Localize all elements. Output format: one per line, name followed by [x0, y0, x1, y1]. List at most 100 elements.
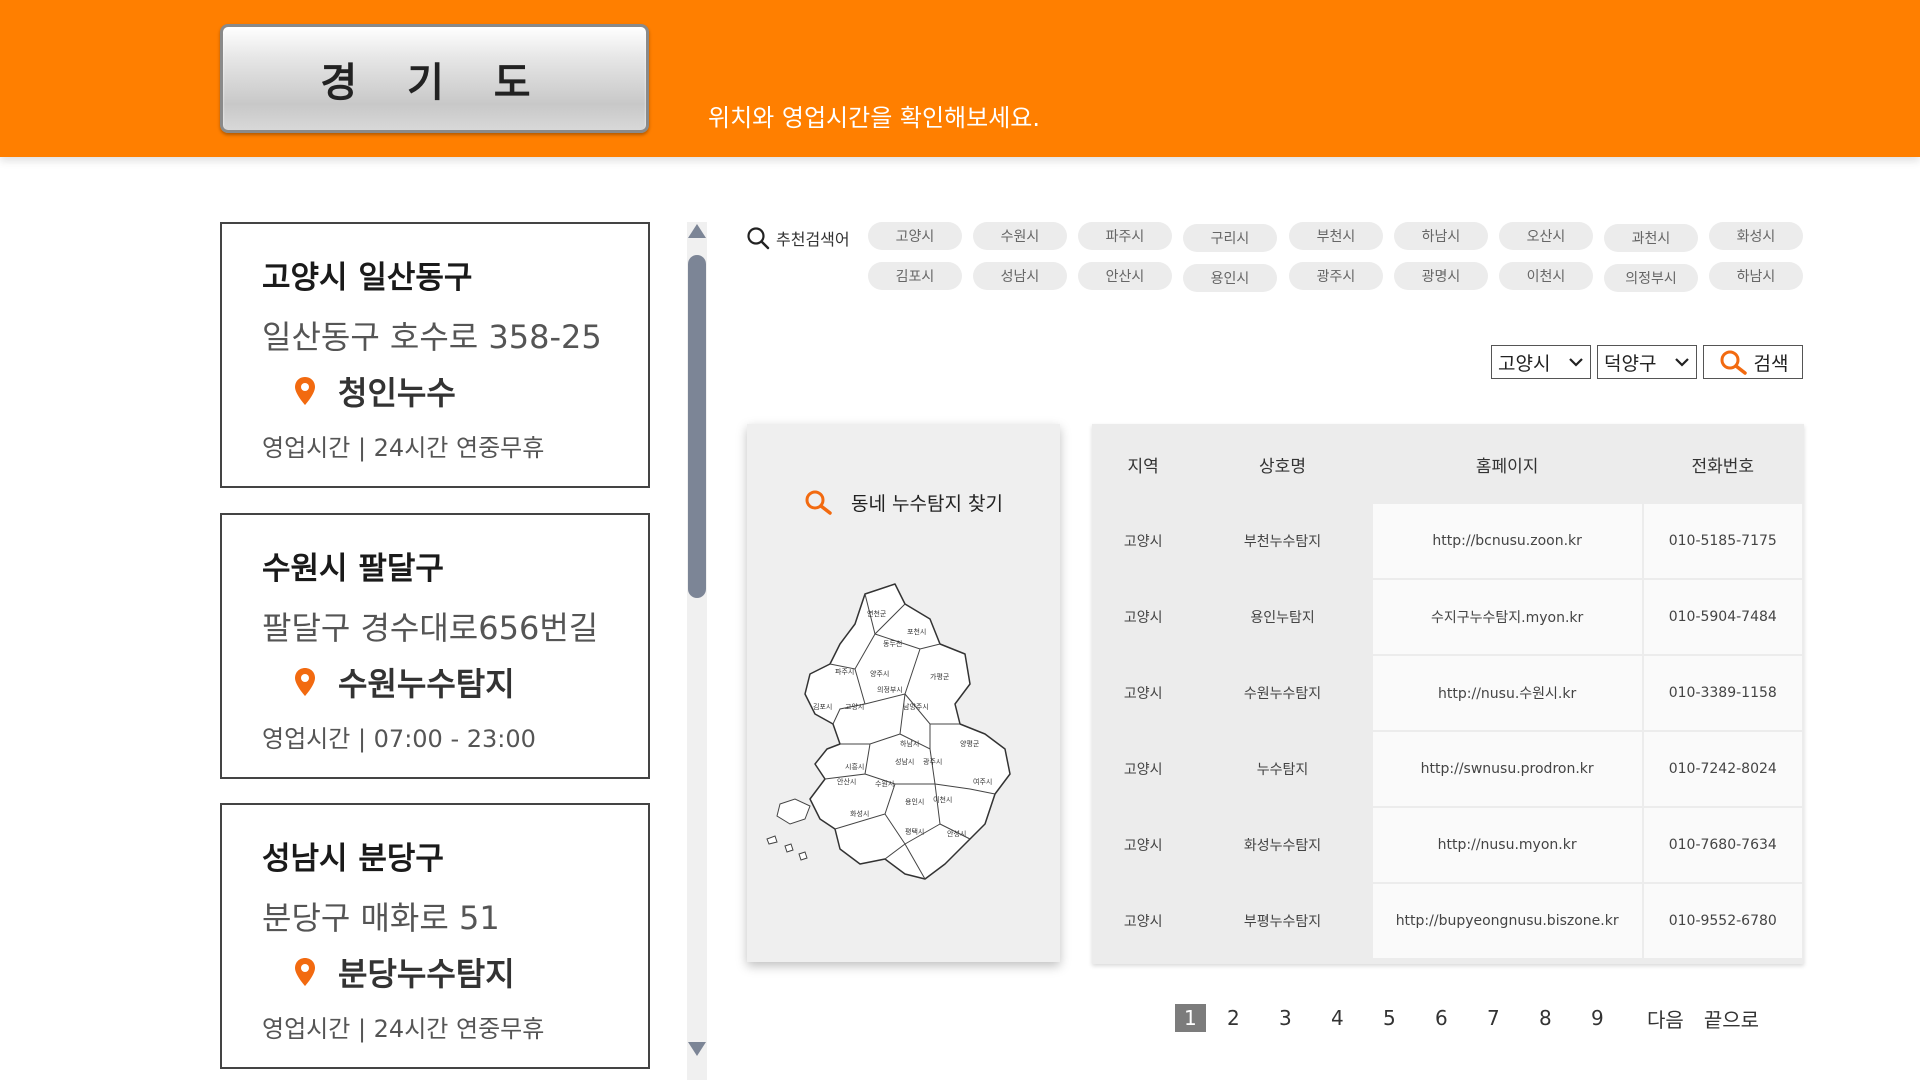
keyword-chip[interactable]: 광주시	[1289, 262, 1383, 290]
svg-text:양평군: 양평군	[960, 739, 980, 748]
cell-homepage-link[interactable]: http://nusu.수원시.kr	[1372, 656, 1642, 730]
store-card[interactable]: 수원시 팔달구 팔달구 경수대로656번길 수원누수탐지 영업시간 | 07:0…	[220, 513, 650, 779]
cell-homepage-link[interactable]: http://bupyeongnusu.biszone.kr	[1372, 884, 1642, 958]
keyword-chip[interactable]: 과천시	[1604, 224, 1698, 252]
svg-text:여주시: 여주시	[973, 777, 992, 786]
page-number: 1	[1175, 1004, 1206, 1032]
keyword-chip[interactable]: 광명시	[1394, 262, 1488, 290]
page-link-3[interactable]: 3	[1277, 1002, 1329, 1034]
page-number: 6	[1435, 1006, 1448, 1030]
keyword-chip[interactable]: 안산시	[1078, 262, 1172, 290]
location-pin-icon	[295, 377, 315, 405]
column-header-name: 상호명	[1194, 426, 1371, 502]
cell-phone: 010-9552-6780	[1643, 884, 1802, 958]
city-select[interactable]: 고양시	[1491, 345, 1591, 379]
keyword-chip[interactable]: 파주시	[1078, 222, 1172, 250]
page-link-4[interactable]: 4	[1329, 1002, 1381, 1034]
page-link-6[interactable]: 6	[1433, 1002, 1485, 1034]
page-number: 2	[1227, 1006, 1240, 1030]
keyword-chip[interactable]: 하남시	[1709, 262, 1803, 290]
keyword-chip[interactable]: 고양시	[868, 222, 962, 250]
keyword-chip[interactable]: 화성시	[1709, 222, 1803, 250]
cell-phone: 010-5904-7484	[1643, 580, 1802, 654]
svg-text:양주시: 양주시	[870, 670, 889, 678]
keyword-chip[interactable]: 부천시	[1289, 222, 1383, 250]
keyword-chip[interactable]: 이천시	[1499, 262, 1593, 290]
keyword-chip[interactable]: 수원시	[973, 222, 1067, 250]
card-address: 팔달구 경수대로656번길	[262, 609, 599, 647]
search-button-label: 검색	[1753, 352, 1789, 375]
page-link-7[interactable]: 7	[1485, 1002, 1537, 1034]
table-row[interactable]: 고양시 화성누수탐지 http://nusu.myon.kr 010-7680-…	[1094, 808, 1802, 882]
location-pin-icon	[295, 958, 315, 986]
page-link-9[interactable]: 9	[1589, 1002, 1641, 1034]
svg-text:광주시: 광주시	[923, 758, 942, 766]
table-header-row: 지역 상호명 홈페이지 전화번호	[1094, 426, 1802, 502]
svg-text:김포시: 김포시	[813, 703, 832, 711]
region-button[interactable]: 경 기 도	[220, 24, 649, 133]
table-row[interactable]: 고양시 누수탐지 http://swnusu.prodron.kr 010-72…	[1094, 732, 1802, 806]
gyeonggi-district-map[interactable]: 연천군 포천시 동두천 파주시 양주시 가평군 의정부시 김포시 고양시 남양주…	[755, 574, 1055, 894]
cell-name: 부천누수탐지	[1194, 504, 1371, 578]
svg-text:이천시: 이천시	[933, 795, 952, 804]
map-panel: 동네 누수탐지 찾기 연천군 포천시 동두천 파주시 양주시 가평군 의정부시 …	[747, 424, 1060, 962]
card-title: 성남시 분당구	[262, 841, 444, 877]
store-card[interactable]: 고양시 일산동구 일산동구 호수로 358-25 청인누수 영업시간 | 24시…	[220, 222, 650, 488]
scroll-down-arrow-icon[interactable]	[687, 1040, 707, 1058]
svg-text:수원시: 수원시	[875, 779, 894, 788]
card-hours: 영업시간 | 07:00 - 23:00	[262, 725, 536, 753]
svg-text:파주시: 파주시	[835, 667, 854, 676]
page-link-1[interactable]: 1	[1173, 1002, 1225, 1034]
search-button[interactable]: 검색	[1703, 345, 1803, 379]
table-row[interactable]: 고양시 용인누탐지 수지구누수탐지.myon.kr 010-5904-7484	[1094, 580, 1802, 654]
cell-phone: 010-7242-8024	[1643, 732, 1802, 806]
table-row[interactable]: 고양시 수원누수탐지 http://nusu.수원시.kr 010-3389-1…	[1094, 656, 1802, 730]
scrollbar-thumb[interactable]	[688, 255, 706, 598]
column-header-region: 지역	[1094, 426, 1193, 502]
cell-homepage-link[interactable]: http://nusu.myon.kr	[1372, 808, 1642, 882]
svg-text:하남시: 하남시	[900, 739, 919, 748]
keyword-chip[interactable]: 오산시	[1499, 222, 1593, 250]
column-header-homepage: 홈페이지	[1372, 426, 1642, 502]
card-hours: 영업시간 | 24시간 연중무휴	[262, 434, 545, 462]
page-link-5[interactable]: 5	[1381, 1002, 1433, 1034]
svg-text:성남시: 성남시	[895, 757, 914, 766]
last-page-link[interactable]: 끝으로	[1704, 1004, 1759, 1033]
svg-text:안성시: 안성시	[947, 829, 966, 838]
card-store-name: 청인누수	[338, 374, 456, 412]
page-link-8[interactable]: 8	[1537, 1002, 1589, 1034]
store-card[interactable]: 성남시 분당구 분당구 매화로 51 분당누수탐지 영업시간 | 24시간 연중…	[220, 803, 650, 1069]
keyword-chip[interactable]: 김포시	[868, 262, 962, 290]
district-select-value: 덕양구	[1604, 352, 1657, 375]
next-page-link[interactable]: 다음	[1647, 1004, 1684, 1033]
cell-name: 수원누수탐지	[1194, 656, 1371, 730]
svg-text:평택시: 평택시	[905, 827, 924, 836]
chevron-down-icon	[1569, 358, 1583, 367]
svg-text:남양주시: 남양주시	[903, 702, 929, 711]
cell-region: 고양시	[1094, 580, 1193, 654]
keyword-chip[interactable]: 성남시	[973, 262, 1067, 290]
page-link-2[interactable]: 2	[1225, 1002, 1277, 1034]
table-row[interactable]: 고양시 부평누수탐지 http://bupyeongnusu.biszone.k…	[1094, 884, 1802, 958]
svg-text:포천시: 포천시	[907, 627, 926, 636]
table-row[interactable]: 고양시 부천누수탐지 http://bcnusu.zoon.kr 010-518…	[1094, 504, 1802, 578]
svg-text:의정부시: 의정부시	[877, 685, 903, 694]
keyword-chip[interactable]: 구리시	[1183, 224, 1277, 252]
search-icon	[747, 227, 770, 250]
cell-name: 누수탐지	[1194, 732, 1371, 806]
keyword-chip[interactable]: 의정부시	[1604, 264, 1698, 292]
scroll-up-arrow-icon[interactable]	[687, 222, 707, 240]
cell-homepage-link[interactable]: http://bcnusu.zoon.kr	[1372, 504, 1642, 578]
cell-homepage-link[interactable]: 수지구누수탐지.myon.kr	[1372, 580, 1642, 654]
keyword-chip[interactable]: 용인시	[1183, 264, 1277, 292]
cell-region: 고양시	[1094, 732, 1193, 806]
svg-text:화성시: 화성시	[850, 809, 869, 818]
cell-region: 고양시	[1094, 884, 1193, 958]
card-store: 수원누수탐지	[294, 659, 515, 705]
svg-text:용인시: 용인시	[905, 797, 924, 806]
pagination: 1 2 3 4 5 6 7 8 9 다음 끝으로	[1173, 1002, 1759, 1034]
map-title-text: 동네 누수탐지 찾기	[851, 492, 1003, 515]
cell-homepage-link[interactable]: http://swnusu.prodron.kr	[1372, 732, 1642, 806]
keyword-chip[interactable]: 하남시	[1394, 222, 1488, 250]
district-select[interactable]: 덕양구	[1597, 345, 1697, 379]
